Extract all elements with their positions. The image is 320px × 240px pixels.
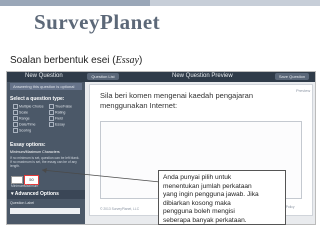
maximum-label: Maximum bbox=[24, 184, 39, 188]
type-range[interactable]: Range bbox=[13, 116, 30, 121]
callout-line: dibiarkan kosong maka bbox=[163, 199, 231, 207]
type-date-time[interactable]: Date/Time bbox=[13, 122, 35, 127]
minimum-label: Minimum bbox=[11, 184, 25, 188]
callout-line: menentukan jumlah perkataan bbox=[163, 182, 252, 190]
app-header: New Question Question List New Question … bbox=[7, 72, 315, 82]
callout-line: pengguna boleh mengisi bbox=[163, 208, 235, 215]
type-multiple-choice[interactable]: Multiple Choice bbox=[13, 104, 44, 109]
slide-title: Soalan berbentuk esei (Essay) bbox=[10, 55, 142, 66]
slide-title-prefix: Soalan berbentuk esei ( bbox=[10, 55, 116, 66]
question-label-label: Question Label bbox=[10, 201, 35, 205]
type-scale[interactable]: Scale bbox=[13, 110, 28, 115]
new-question-title: New Question bbox=[25, 73, 63, 79]
save-question-button[interactable]: Save Question bbox=[275, 73, 309, 80]
minimum-characters-input[interactable] bbox=[11, 176, 23, 184]
advanced-options-toggle[interactable]: ▾ Advanced Options bbox=[7, 190, 85, 199]
preview-question-text: Sila beri komen mengenai kaedah pengajar… bbox=[100, 91, 254, 110]
essay-help-text: If no minimum is set, question can be le… bbox=[10, 156, 80, 168]
top-bar-light-segment bbox=[150, 0, 320, 6]
slide-top-bar bbox=[0, 0, 320, 6]
type-rating[interactable]: Rating bbox=[49, 110, 65, 115]
type-essay[interactable]: Essay bbox=[49, 122, 65, 127]
advanced-options-label: Advanced Options bbox=[14, 191, 59, 197]
question-label-input[interactable] bbox=[10, 208, 80, 214]
preview-link[interactable]: Preview bbox=[296, 88, 310, 93]
slide-title-suffix: ) bbox=[138, 55, 143, 66]
preview-footer: © 2013 SurveyPlanet, LLC bbox=[100, 207, 140, 211]
type-true-false[interactable]: True/False bbox=[49, 104, 72, 109]
min-max-label: Minimum/Maximum Characters bbox=[10, 150, 60, 154]
surveyplanet-logo: SurveyPlanet bbox=[34, 10, 161, 34]
callout-line: yang ingin pengguna jawab. Jika bbox=[163, 191, 259, 198]
type-scoring[interactable]: Scoring bbox=[13, 128, 31, 133]
question-list-button[interactable]: Question List bbox=[87, 73, 119, 80]
preview-title: New Question Preview bbox=[172, 73, 233, 79]
type-field[interactable]: Field bbox=[49, 116, 63, 121]
essay-options-heading: Essay options: bbox=[10, 142, 46, 148]
callout-line: seberapa banyak perkataan. bbox=[163, 216, 247, 224]
optional-answer-toggle[interactable]: Answering this question is optional bbox=[10, 83, 82, 90]
question-settings-panel: Answering this question is optional Sele… bbox=[7, 82, 85, 224]
callout-line: Anda punyai pilih untuk bbox=[163, 174, 232, 181]
slide-title-italic: Essay bbox=[115, 55, 139, 66]
explanation-callout: Anda punyai pilih untuk menentukan jumla… bbox=[158, 170, 286, 225]
top-bar-dark-segment bbox=[0, 0, 150, 6]
select-type-heading: Select a question type: bbox=[10, 96, 65, 102]
